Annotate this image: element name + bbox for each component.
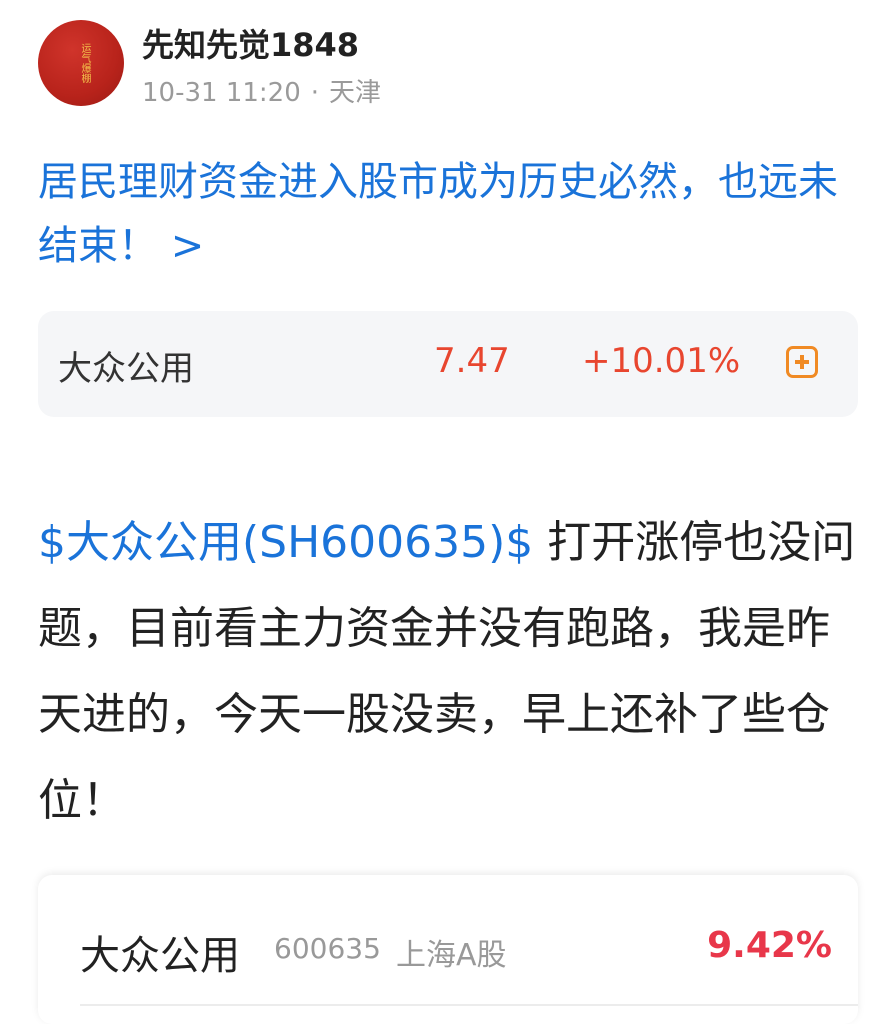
post-timestamp: 10-31 11:20 — [142, 78, 301, 108]
post-location: 天津 — [329, 78, 382, 108]
quote-code: 600635 — [274, 932, 381, 965]
add-to-watchlist-icon[interactable] — [786, 346, 818, 378]
avatar-seal-text: 运气爆棚 — [79, 43, 90, 83]
post-body: $大众公用(SH600635)$ 打开涨停也没问题，目前看主力资金并没有跑路，我… — [38, 500, 860, 844]
stock-change: +10.01% — [582, 341, 741, 381]
meta-separator: · — [310, 78, 320, 108]
stock-price: 7.47 — [434, 341, 510, 381]
quote-name: 大众公用 — [80, 933, 240, 979]
stock-card[interactable]: 大众公用 7.47 +10.01% — [38, 311, 858, 417]
article-headline-link[interactable]: 居民理财资金进入股市成为历史必然，也远未结束！ > — [38, 150, 863, 278]
author-name[interactable]: 先知先觉1848 — [142, 20, 359, 66]
avatar[interactable]: 运气爆棚 — [38, 20, 124, 106]
quote-change: 9.42% — [707, 925, 832, 966]
divider — [80, 1004, 858, 1006]
stock-name: 大众公用 — [58, 349, 194, 389]
quote-market: 上海A股 — [396, 938, 507, 973]
quote-card[interactable]: 大众公用 600635 上海A股 9.42% — [38, 875, 858, 1024]
stock-mention-link[interactable]: $大众公用(SH600635)$ — [38, 517, 533, 568]
post-meta: 10-31 11:20 · 天津 — [142, 72, 381, 109]
